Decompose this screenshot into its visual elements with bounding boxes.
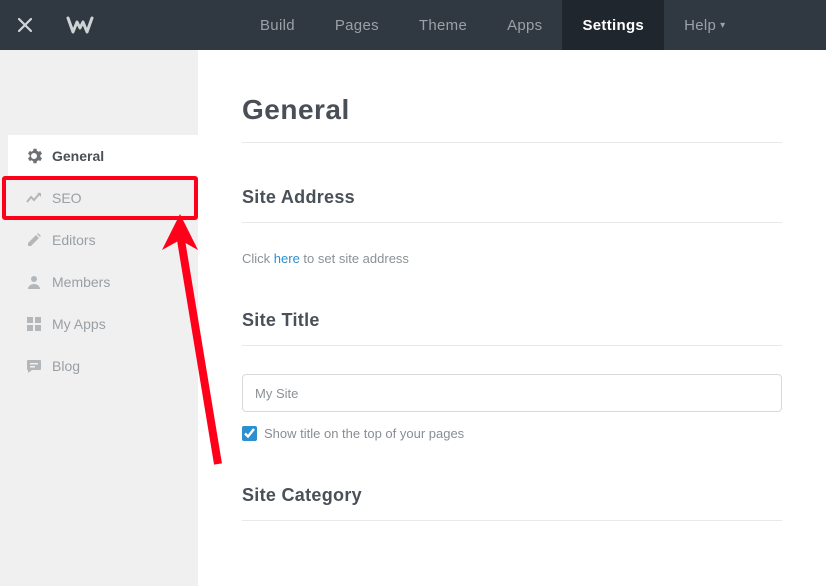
site-title-input[interactable] <box>242 374 782 412</box>
close-button[interactable] <box>0 0 50 50</box>
main-area: General SEO Editors Members My Apps <box>0 50 826 586</box>
checkbox-label: Show title on the top of your pages <box>264 426 464 441</box>
section-heading: Site Address <box>242 187 782 223</box>
sidebar-item-label: My Apps <box>52 316 106 332</box>
sidebar-item-seo[interactable]: SEO <box>8 177 198 219</box>
show-title-checkbox[interactable] <box>242 426 257 441</box>
set-address-link[interactable]: here <box>274 251 300 266</box>
pencil-icon <box>26 232 52 248</box>
sidebar-item-label: General <box>52 148 104 164</box>
tab-label: Pages <box>335 17 379 34</box>
nav-tabs: Build Pages Theme Apps Settings Help ▾ <box>240 0 745 50</box>
page-title: General <box>242 94 782 143</box>
tab-label: Settings <box>582 17 644 34</box>
apps-icon <box>26 316 52 332</box>
tab-label: Apps <box>507 17 542 34</box>
section-site-address: Site Address Click here to set site addr… <box>242 187 782 266</box>
weebly-logo <box>50 15 110 35</box>
user-icon <box>26 274 52 290</box>
tab-label: Theme <box>419 17 467 34</box>
tab-theme[interactable]: Theme <box>399 0 487 50</box>
sidebar-item-label: Editors <box>52 232 96 248</box>
tab-label: Build <box>260 17 295 34</box>
section-heading: Site Title <box>242 310 782 346</box>
sidebar-item-myapps[interactable]: My Apps <box>8 303 198 345</box>
section-site-category: Site Category <box>242 485 782 521</box>
trend-icon <box>26 190 52 206</box>
top-bar: Build Pages Theme Apps Settings Help ▾ <box>0 0 826 50</box>
tab-build[interactable]: Build <box>240 0 315 50</box>
chevron-down-icon: ▾ <box>720 20 725 31</box>
close-icon <box>17 17 33 33</box>
side-gutter <box>0 50 8 586</box>
sidebar-item-general[interactable]: General <box>8 135 198 177</box>
sidebar-item-label: Blog <box>52 358 80 374</box>
tab-pages[interactable]: Pages <box>315 0 399 50</box>
sidebar-item-blog[interactable]: Blog <box>8 345 198 387</box>
tab-apps[interactable]: Apps <box>487 0 562 50</box>
sidebar-item-label: SEO <box>52 190 82 206</box>
section-site-title: Site Title Show title on the top of your… <box>242 310 782 441</box>
address-hint: Click here to set site address <box>242 251 782 266</box>
gear-icon <box>26 148 52 164</box>
content-area: General Site Address Click here to set s… <box>198 50 826 586</box>
tab-help[interactable]: Help ▾ <box>664 0 745 50</box>
chat-icon <box>26 358 52 374</box>
show-title-checkbox-row[interactable]: Show title on the top of your pages <box>242 426 782 441</box>
sidebar: General SEO Editors Members My Apps <box>8 50 198 586</box>
hint-text: to set site address <box>300 251 409 266</box>
tab-settings[interactable]: Settings <box>562 0 664 50</box>
sidebar-item-editors[interactable]: Editors <box>8 219 198 261</box>
sidebar-item-members[interactable]: Members <box>8 261 198 303</box>
section-heading: Site Category <box>242 485 782 521</box>
logo-icon <box>66 15 94 35</box>
sidebar-item-label: Members <box>52 274 110 290</box>
hint-text: Click <box>242 251 274 266</box>
tab-label: Help <box>684 17 716 34</box>
